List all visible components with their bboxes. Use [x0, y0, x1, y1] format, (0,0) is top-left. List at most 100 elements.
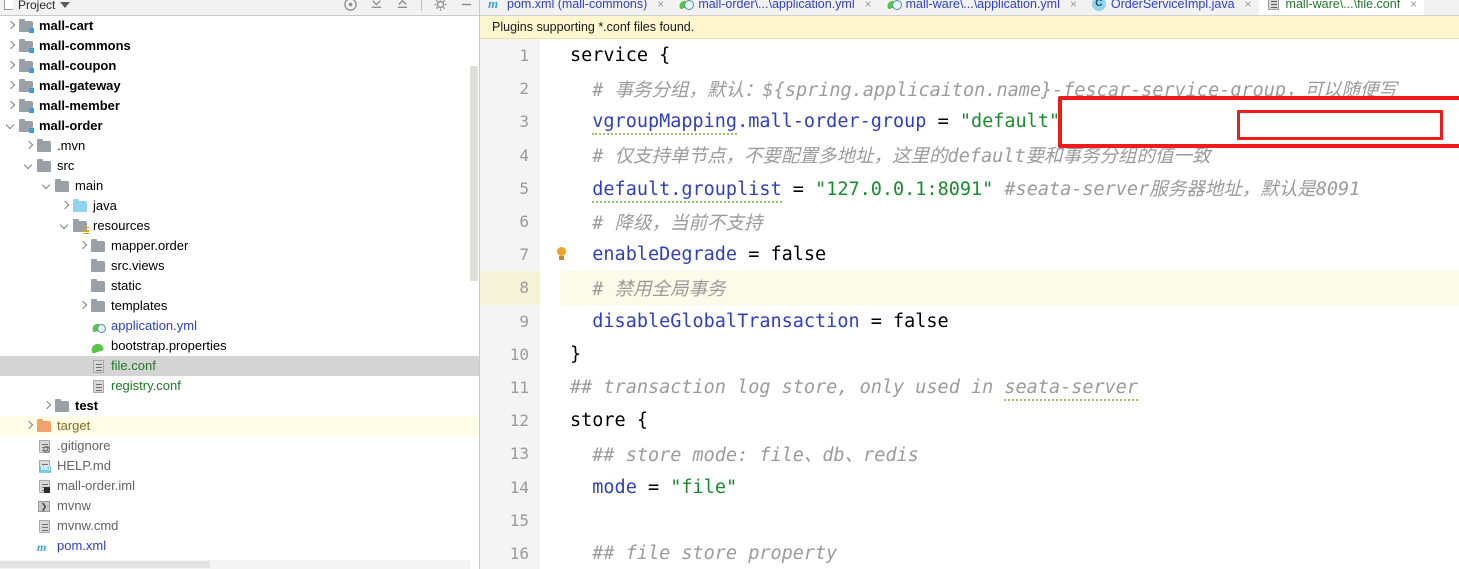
code-line[interactable]: 15 — [480, 503, 1459, 537]
line-number[interactable]: 4 — [480, 138, 540, 172]
intention-bulb-icon[interactable] — [556, 247, 567, 258]
code-line[interactable]: 4 # 仅支持单节点，不要配置多地址，这里的default要和事务分组的值一致 — [480, 138, 1459, 172]
tree-toggle-right-icon[interactable] — [4, 96, 18, 116]
project-horizontal-scrollbar[interactable] — [0, 560, 471, 569]
collapse-all-icon[interactable] — [369, 0, 384, 12]
tree-item-mvnw[interactable]: ❯ mvnw — [0, 496, 479, 516]
tree-item-mvnw-cmd[interactable]: mvnw.cmd — [0, 516, 479, 536]
close-icon[interactable]: × — [657, 0, 664, 11]
tree-item-mall-cart[interactable]: mall-cart — [0, 16, 479, 36]
project-hscrollbar-thumb[interactable] — [0, 561, 210, 568]
code-line[interactable]: 6 # 降级，当前不支持 — [480, 204, 1459, 239]
tree-item-pom-xml[interactable]: m pom.xml — [0, 536, 479, 556]
tree-toggle-right-icon[interactable] — [4, 36, 18, 56]
editor-notification-bar[interactable]: Plugins supporting *.conf files found. — [480, 16, 1459, 39]
tree-item-target[interactable]: target — [0, 416, 479, 436]
tree-item-java[interactable]: java — [0, 196, 479, 216]
tree-item-mall-coupon[interactable]: mall-coupon — [0, 56, 479, 76]
line-number[interactable]: 12 — [480, 404, 540, 438]
tree-item-mall-member[interactable]: mall-member — [0, 96, 479, 116]
editor-tabs-bar[interactable]: m pom.xml (mall-commons) × mall-order\...\a… — [480, 0, 1459, 16]
tree-item--gitignore[interactable]: .gitignore — [0, 436, 479, 456]
editor-tab-mall-order-application-yml[interactable]: mall-order\...\application.yml × — [671, 0, 878, 15]
line-number[interactable]: 5 — [480, 171, 540, 205]
code-editor[interactable]: 1 service {2 # 事务分组，默认：${spring.applicait… — [480, 39, 1459, 569]
tree-item-mall-order[interactable]: mall-order — [0, 116, 479, 136]
code-line[interactable]: 2 # 事务分组，默认：${spring.applicaiton.name}-f… — [480, 72, 1459, 106]
code-line[interactable]: 7 enableDegrade = false — [480, 238, 1459, 272]
tree-toggle-right-icon[interactable] — [22, 416, 36, 436]
tree-toggle-right-icon[interactable] — [22, 136, 36, 156]
tree-toggle-right-icon[interactable] — [76, 296, 90, 316]
project-panel-tab[interactable]: Project — [4, 0, 71, 12]
close-icon[interactable]: × — [1070, 0, 1077, 11]
line-number[interactable]: 1 — [480, 39, 540, 73]
tree-item--mvn[interactable]: .mvn — [0, 136, 479, 156]
tree-toggle-right-icon[interactable] — [4, 56, 18, 76]
chevron-down-icon[interactable] — [60, 1, 71, 8]
locate-icon[interactable] — [343, 0, 358, 12]
tree-item-mall-order-iml[interactable]: mall-order.iml — [0, 476, 479, 496]
project-scrollbar-thumb[interactable] — [470, 66, 478, 281]
tree-item-mall-gateway[interactable]: mall-gateway — [0, 76, 479, 96]
editor-tab-mall-ware-application-yml[interactable]: mall-ware\...\application.yml × — [879, 0, 1084, 15]
tree-item-application-yml[interactable]: application.yml — [0, 316, 479, 336]
line-number[interactable]: 7 — [480, 238, 540, 272]
code-line[interactable]: 11 ## transaction log store, only used in… — [480, 370, 1459, 405]
code-line[interactable]: 10} — [480, 337, 1459, 371]
close-icon[interactable]: × — [1410, 0, 1417, 11]
tree-item-src[interactable]: src — [0, 156, 479, 176]
tree-item-mall-commons[interactable]: mall-commons — [0, 36, 479, 56]
line-number[interactable]: 6 — [480, 204, 540, 239]
line-number[interactable]: 3 — [480, 105, 540, 139]
line-number[interactable]: 11 — [480, 370, 540, 405]
editor-tab-mall-ware-file-conf[interactable]: mall-ware\...\file.conf × — [1258, 0, 1425, 15]
tree-toggle-right-icon[interactable] — [76, 236, 90, 256]
code-line[interactable]: 9 disableGlobalTransaction = false — [480, 304, 1459, 338]
project-tree[interactable]: mall-cart mall-commons mall-coupon mall-gat… — [0, 16, 479, 569]
tree-item-mapper-order[interactable]: mapper.order — [0, 236, 479, 256]
tree-item-templates[interactable]: templates — [0, 296, 479, 316]
code-line[interactable]: 3 vgroupMapping.mall-order-group = "defa… — [480, 105, 1459, 139]
code-line[interactable]: 14 mode = "file" — [480, 470, 1459, 504]
tree-toggle-down-icon[interactable] — [22, 156, 36, 176]
tree-toggle-right-icon[interactable] — [58, 196, 72, 216]
tree-toggle-right-icon[interactable] — [40, 396, 54, 416]
tree-toggle-right-icon[interactable] — [4, 76, 18, 96]
line-number[interactable]: 13 — [480, 437, 540, 471]
line-number[interactable]: 9 — [480, 304, 540, 338]
code-line[interactable]: 5 default.grouplist = "127.0.0.1:8091" #… — [480, 171, 1459, 205]
settings-gear-icon[interactable] — [433, 0, 448, 12]
tree-item-main[interactable]: main — [0, 176, 479, 196]
line-number[interactable]: 8 — [480, 271, 540, 305]
hide-panel-icon[interactable] — [459, 0, 474, 12]
code-line[interactable]: 1 service { — [480, 39, 1459, 73]
line-number[interactable]: 2 — [480, 72, 540, 106]
code-line[interactable]: 12 store { — [480, 404, 1459, 438]
tree-item-static[interactable]: static — [0, 276, 479, 296]
editor-tab-pom-xml-mall-commons-[interactable]: m pom.xml (mall-commons) × — [480, 0, 671, 15]
tree-item-test[interactable]: test — [0, 396, 479, 416]
tree-toggle-down-icon[interactable] — [4, 116, 18, 136]
tree-item-src-views[interactable]: src.views — [0, 256, 479, 276]
line-number[interactable]: 10 — [480, 337, 540, 371]
code-line[interactable]: 8 # 禁用全局事务 — [480, 271, 1459, 305]
code-line[interactable]: 16 ## file store property — [480, 536, 1459, 569]
close-icon[interactable]: × — [1245, 0, 1252, 11]
line-number[interactable]: 16 — [480, 536, 540, 569]
editor-tab-orderserviceimpl-java[interactable]: C OrderServiceImpl.java × — [1084, 0, 1259, 15]
close-icon[interactable]: × — [865, 0, 872, 11]
tree-item-file-conf[interactable]: file.conf — [0, 356, 479, 376]
project-vertical-scrollbar[interactable] — [470, 22, 479, 569]
code-line[interactable]: 13 ## store mode: file、db、redis — [480, 437, 1459, 471]
line-number[interactable]: 14 — [480, 470, 540, 504]
tree-item-help-md[interactable]: MD HELP.md — [0, 456, 479, 476]
tree-toggle-down-icon[interactable] — [58, 216, 72, 236]
expand-all-icon[interactable] — [395, 0, 410, 12]
line-number[interactable]: 15 — [480, 503, 540, 537]
code-content[interactable]: 1 service {2 # 事务分组，默认：${spring.applicait… — [480, 39, 1459, 569]
tree-toggle-right-icon[interactable] — [4, 16, 18, 36]
tree-item-bootstrap-properties[interactable]: bootstrap.properties — [0, 336, 479, 356]
tree-item-registry-conf[interactable]: registry.conf — [0, 376, 479, 396]
tree-toggle-down-icon[interactable] — [40, 176, 54, 196]
